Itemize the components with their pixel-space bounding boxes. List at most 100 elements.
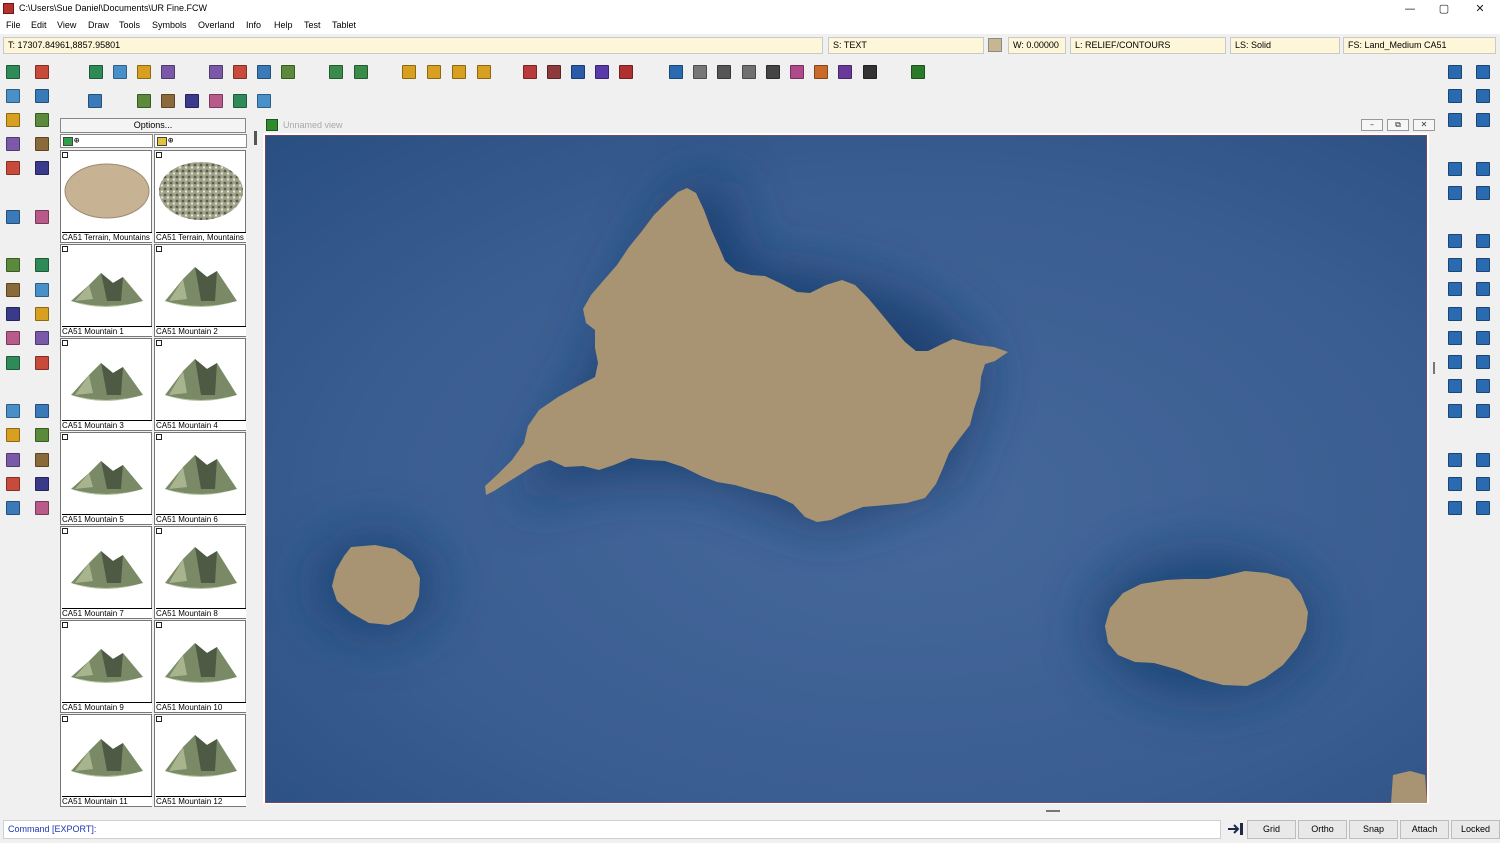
ortho-toggle[interactable]: Ortho <box>1298 820 1347 839</box>
view-minimize-button[interactable]: – <box>1361 119 1383 131</box>
freehand-icon[interactable] <box>1446 256 1464 274</box>
polygon-icon[interactable] <box>1474 256 1492 274</box>
circle-icon[interactable] <box>1474 280 1492 298</box>
wrench-icon[interactable] <box>33 135 51 153</box>
symbol-tile[interactable]: CA51 Mountain 3 <box>60 338 152 431</box>
quill-icon[interactable] <box>207 92 225 110</box>
duplicate-icon[interactable] <box>1446 184 1464 202</box>
map-canvas[interactable] <box>265 135 1427 803</box>
symbol-tile[interactable]: CA51 Mountain 10 <box>154 620 246 713</box>
command-line[interactable]: Command [EXPORT]: <box>3 820 1221 839</box>
redraw-icon[interactable] <box>1446 111 1464 129</box>
rect-icon[interactable] <box>33 475 51 493</box>
layers-icon[interactable] <box>33 111 51 129</box>
map-green-icon[interactable] <box>4 63 22 81</box>
grid-icon[interactable] <box>4 135 22 153</box>
tools-icon[interactable] <box>4 159 22 177</box>
explode-icon[interactable] <box>4 354 22 372</box>
symbol-tile[interactable]: CA51 Mountain 4 <box>154 338 246 431</box>
zoom-out-icon[interactable] <box>1474 87 1492 105</box>
move-right-icon[interactable] <box>352 63 370 81</box>
style-button[interactable] <box>788 63 806 81</box>
path-icon[interactable] <box>1446 305 1464 323</box>
catalog-tab-1[interactable]: ⊕ <box>60 134 153 148</box>
catalog-tab-2[interactable]: ⊕ <box>154 134 247 148</box>
distribute-icon[interactable] <box>33 354 51 372</box>
move-left-icon[interactable] <box>327 63 345 81</box>
grid-toggle[interactable]: Grid <box>1247 820 1296 839</box>
catalog-export-icon[interactable] <box>450 63 468 81</box>
eyedropper-icon[interactable] <box>33 256 51 274</box>
save-icon[interactable] <box>135 63 153 81</box>
attach-toggle[interactable]: Attach <box>1400 820 1449 839</box>
terrain-icon[interactable] <box>33 87 51 105</box>
zoom-in-icon[interactable] <box>1474 63 1492 81</box>
style-button[interactable] <box>545 63 563 81</box>
scatter-icon[interactable] <box>4 87 22 105</box>
symbol-tile[interactable]: CA51 Mountain 12 <box>154 714 246 807</box>
style-button[interactable] <box>812 63 830 81</box>
map-blue-icon[interactable] <box>33 63 51 81</box>
number-icon[interactable] <box>1446 377 1464 395</box>
symbol-tile[interactable]: CA51 Mountain 9 <box>60 620 152 713</box>
trim-icon[interactable] <box>4 402 22 420</box>
symbol-tile[interactable]: CA51 Mountain 8 <box>154 526 246 619</box>
style-button[interactable] <box>521 63 539 81</box>
slope-icon[interactable] <box>4 111 22 129</box>
symbol-tile[interactable]: CA51 Mountain 7 <box>60 526 152 619</box>
import-icon[interactable] <box>4 451 22 469</box>
snap-cross-icon[interactable] <box>1474 475 1492 493</box>
tree-icon[interactable] <box>255 92 273 110</box>
sparkle-icon[interactable] <box>1474 353 1492 371</box>
symbol-tile[interactable]: CA51 Terrain, Mountains <box>60 150 152 243</box>
snap-end-icon[interactable] <box>1474 451 1492 469</box>
snap-angle-icon[interactable] <box>1446 475 1464 493</box>
shape-icon[interactable] <box>1474 305 1492 323</box>
village-icon[interactable] <box>183 92 201 110</box>
menu-edit[interactable]: Edit <box>31 20 47 30</box>
mirror-icon[interactable] <box>33 329 51 347</box>
export-icon[interactable] <box>4 426 22 444</box>
minimize-button[interactable]: — <box>1392 0 1428 17</box>
notes-yellow-icon[interactable] <box>33 208 51 226</box>
width-field[interactable]: W: 0.00000 <box>1008 37 1066 54</box>
menu-test[interactable]: Test <box>304 20 321 30</box>
note-icon[interactable] <box>231 63 249 81</box>
scrollbar-thumb[interactable] <box>254 131 257 145</box>
style-button[interactable] <box>861 63 879 81</box>
text-box-icon[interactable] <box>1474 402 1492 420</box>
command-arrow-icon[interactable] <box>1228 823 1244 835</box>
menu-tools[interactable]: Tools <box>119 20 140 30</box>
line-icon[interactable] <box>4 499 22 517</box>
pins-icon[interactable] <box>33 159 51 177</box>
style-button[interactable] <box>667 63 685 81</box>
rotate-icon[interactable] <box>4 329 22 347</box>
locked-toggle[interactable]: Locked <box>1451 820 1500 839</box>
style-button[interactable] <box>593 63 611 81</box>
node-edit-icon[interactable] <box>4 305 22 323</box>
blob-icon[interactable] <box>1474 329 1492 347</box>
pot-icon[interactable] <box>231 92 249 110</box>
zoom-window-icon[interactable] <box>1446 63 1464 81</box>
maximize-button[interactable]: ▢ <box>1426 0 1462 17</box>
vertical-splitter[interactable] <box>1433 362 1435 374</box>
style-button[interactable] <box>740 63 758 81</box>
style-button[interactable] <box>836 63 854 81</box>
menu-info[interactable]: Info <box>246 20 261 30</box>
frame-icon[interactable] <box>4 475 22 493</box>
stack-blue-icon[interactable] <box>1474 184 1492 202</box>
search-map-icon[interactable] <box>4 208 22 226</box>
arc-icon[interactable] <box>1446 280 1464 298</box>
curve-icon[interactable] <box>1446 329 1464 347</box>
sheet-field[interactable]: S: TEXT <box>828 37 984 54</box>
properties-icon[interactable] <box>86 92 104 110</box>
menu-tablet[interactable]: Tablet <box>332 20 356 30</box>
menu-help[interactable]: Help <box>274 20 293 30</box>
catalog-book-icon[interactable] <box>400 63 418 81</box>
symbol-tile[interactable]: CA51 Terrain, Mountains <box>154 150 246 243</box>
xy-icon[interactable] <box>33 426 51 444</box>
symbol-panel-scrollbar[interactable] <box>252 117 261 817</box>
view-close-button[interactable]: ✕ <box>1413 119 1435 131</box>
document-edit-icon[interactable] <box>255 63 273 81</box>
style-button[interactable] <box>909 63 927 81</box>
